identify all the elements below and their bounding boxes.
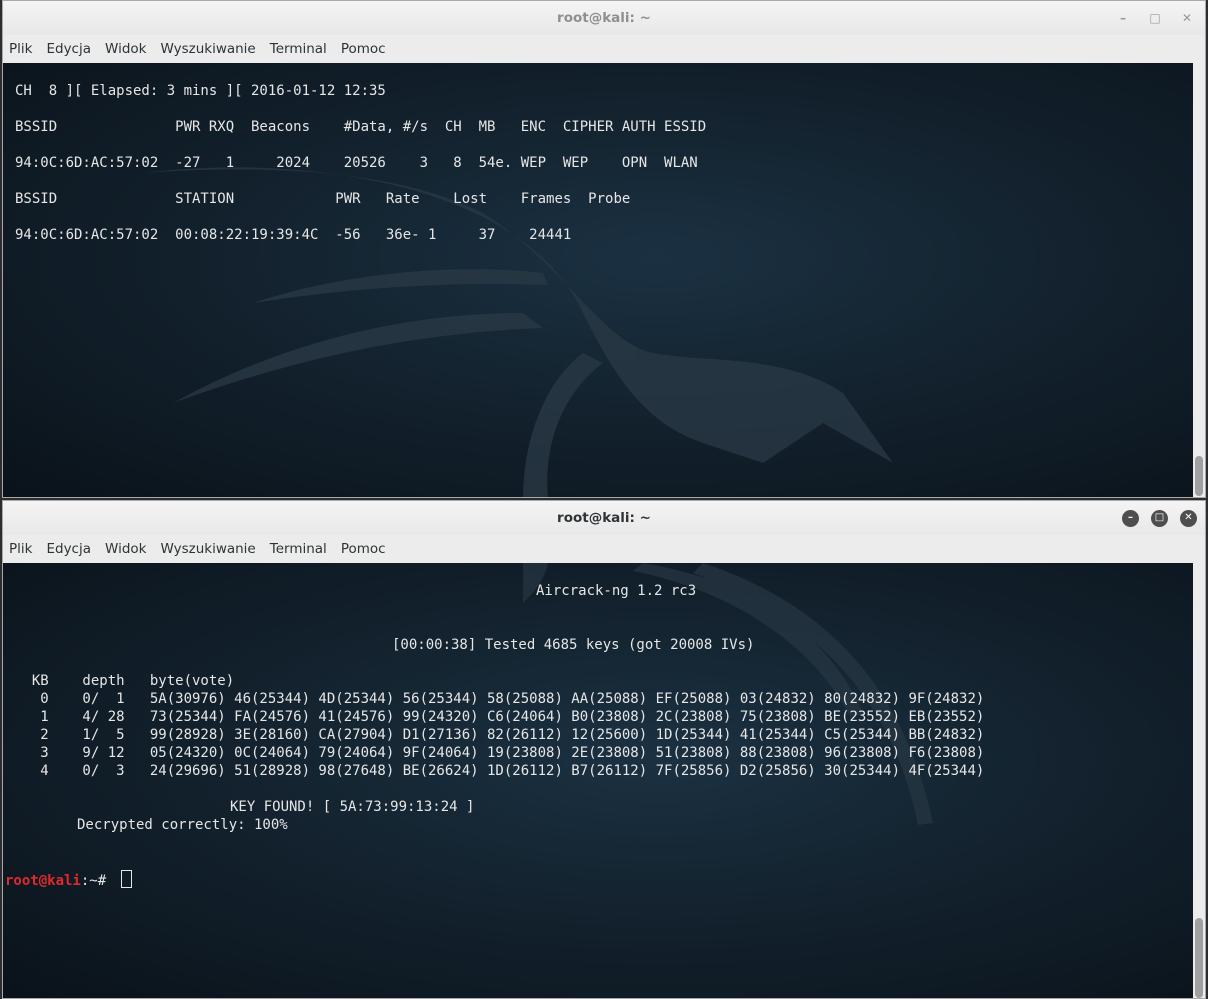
kb-table-row: 1 4/ 28 73(25344) FA(24576) 41(24576) 99… bbox=[15, 709, 985, 725]
menu-edycja[interactable]: Edycja bbox=[46, 41, 91, 57]
terminal-window-airodump[interactable]: root@kali: ~ – □ ✕ Plik Edycja Widok Wys… bbox=[2, 0, 1206, 498]
kali-dragon-icon bbox=[523, 563, 933, 825]
tested-keys-status: [00:00:38] Tested 4685 keys (got 20008 I… bbox=[392, 637, 755, 653]
station-table-row: 94:0C:6D:AC:57:02 00:08:22:19:39:4C -56 … bbox=[15, 227, 572, 243]
kb-table-row: 3 9/ 12 05(24320) 0C(24064) 79(24064) 9F… bbox=[15, 745, 985, 761]
close-icon[interactable]: ✕ bbox=[1180, 509, 1197, 527]
window-title: root@kali: ~ bbox=[557, 510, 651, 526]
menu-terminal[interactable]: Terminal bbox=[270, 541, 327, 557]
kb-table-row: 2 1/ 5 99(28928) 3E(28160) CA(27904) D1(… bbox=[15, 727, 985, 743]
menu-wyszukiwanie[interactable]: Wyszukiwanie bbox=[160, 541, 255, 557]
scrollbar[interactable] bbox=[1193, 563, 1205, 998]
menu-edycja[interactable]: Edycja bbox=[46, 541, 91, 557]
status-line: CH 8 ][ Elapsed: 3 mins ][ 2016-01-12 12… bbox=[15, 83, 386, 99]
kb-table-row: 0 0/ 1 5A(30976) 46(25344) 4D(25344) 56(… bbox=[15, 691, 985, 707]
scrollbar-thumb[interactable] bbox=[1195, 918, 1203, 998]
ap-table-row: 94:0C:6D:AC:57:02 -27 1 2024 20526 3 8 5… bbox=[15, 155, 698, 171]
text-cursor bbox=[120, 870, 132, 888]
menu-widok[interactable]: Widok bbox=[105, 41, 146, 57]
kb-table-row: 4 0/ 3 24(29696) 51(28928) 98(27648) BE(… bbox=[15, 763, 985, 779]
terminal-output[interactable]: Aircrack-ng 1.2 rc3 [00:00:38] Tested 46… bbox=[3, 563, 1193, 998]
menu-bar: Plik Edycja Widok Wyszukiwanie Terminal … bbox=[3, 35, 1205, 63]
menu-terminal[interactable]: Terminal bbox=[270, 41, 327, 57]
station-table-header: BSSID STATION PWR Rate Lost Frames Probe bbox=[15, 191, 631, 207]
decrypted-line: Decrypted correctly: 100% bbox=[77, 817, 288, 833]
menu-pomoc[interactable]: Pomoc bbox=[341, 41, 386, 57]
menu-pomoc[interactable]: Pomoc bbox=[341, 541, 386, 557]
menu-plik[interactable]: Plik bbox=[9, 541, 32, 557]
terminal-window-aircrack[interactable]: root@kali: ~ – □ ✕ Plik Edycja Widok Wys… bbox=[2, 500, 1206, 999]
menu-wyszukiwanie[interactable]: Wyszukiwanie bbox=[160, 41, 255, 57]
window-titlebar[interactable]: root@kali: ~ – □ ✕ bbox=[3, 501, 1205, 535]
app-version: Aircrack-ng 1.2 rc3 bbox=[536, 583, 697, 599]
maximize-icon[interactable]: □ bbox=[1145, 8, 1165, 28]
key-found-line: KEY FOUND! [ 5A:73:99:13:24 ] bbox=[230, 799, 475, 815]
maximize-icon[interactable]: □ bbox=[1151, 509, 1168, 527]
ap-table-header: BSSID PWR RXQ Beacons #Data, #/s CH MB E… bbox=[15, 119, 707, 135]
prompt-user: root@kali bbox=[5, 873, 81, 889]
window-titlebar[interactable]: root@kali: ~ – □ ✕ bbox=[3, 1, 1205, 35]
minimize-icon[interactable]: – bbox=[1113, 8, 1133, 28]
menu-plik[interactable]: Plik bbox=[9, 41, 32, 57]
scrollbar[interactable] bbox=[1193, 63, 1205, 497]
minimize-icon[interactable]: – bbox=[1122, 509, 1139, 527]
scrollbar-thumb[interactable] bbox=[1195, 456, 1203, 496]
prompt-symbol: # bbox=[97, 873, 115, 889]
menu-bar: Plik Edycja Widok Wyszukiwanie Terminal … bbox=[3, 535, 1205, 563]
prompt-path: :~ bbox=[80, 873, 98, 889]
window-title: root@kali: ~ bbox=[557, 10, 651, 26]
shell-prompt[interactable]: root@kali:~# bbox=[5, 870, 132, 890]
terminal-output[interactable]: CH 8 ][ Elapsed: 3 mins ][ 2016-01-12 12… bbox=[3, 63, 1193, 497]
close-icon[interactable]: ✕ bbox=[1177, 8, 1197, 28]
menu-widok[interactable]: Widok bbox=[105, 541, 146, 557]
kb-table-header: KB depth byte(vote) bbox=[15, 673, 235, 689]
